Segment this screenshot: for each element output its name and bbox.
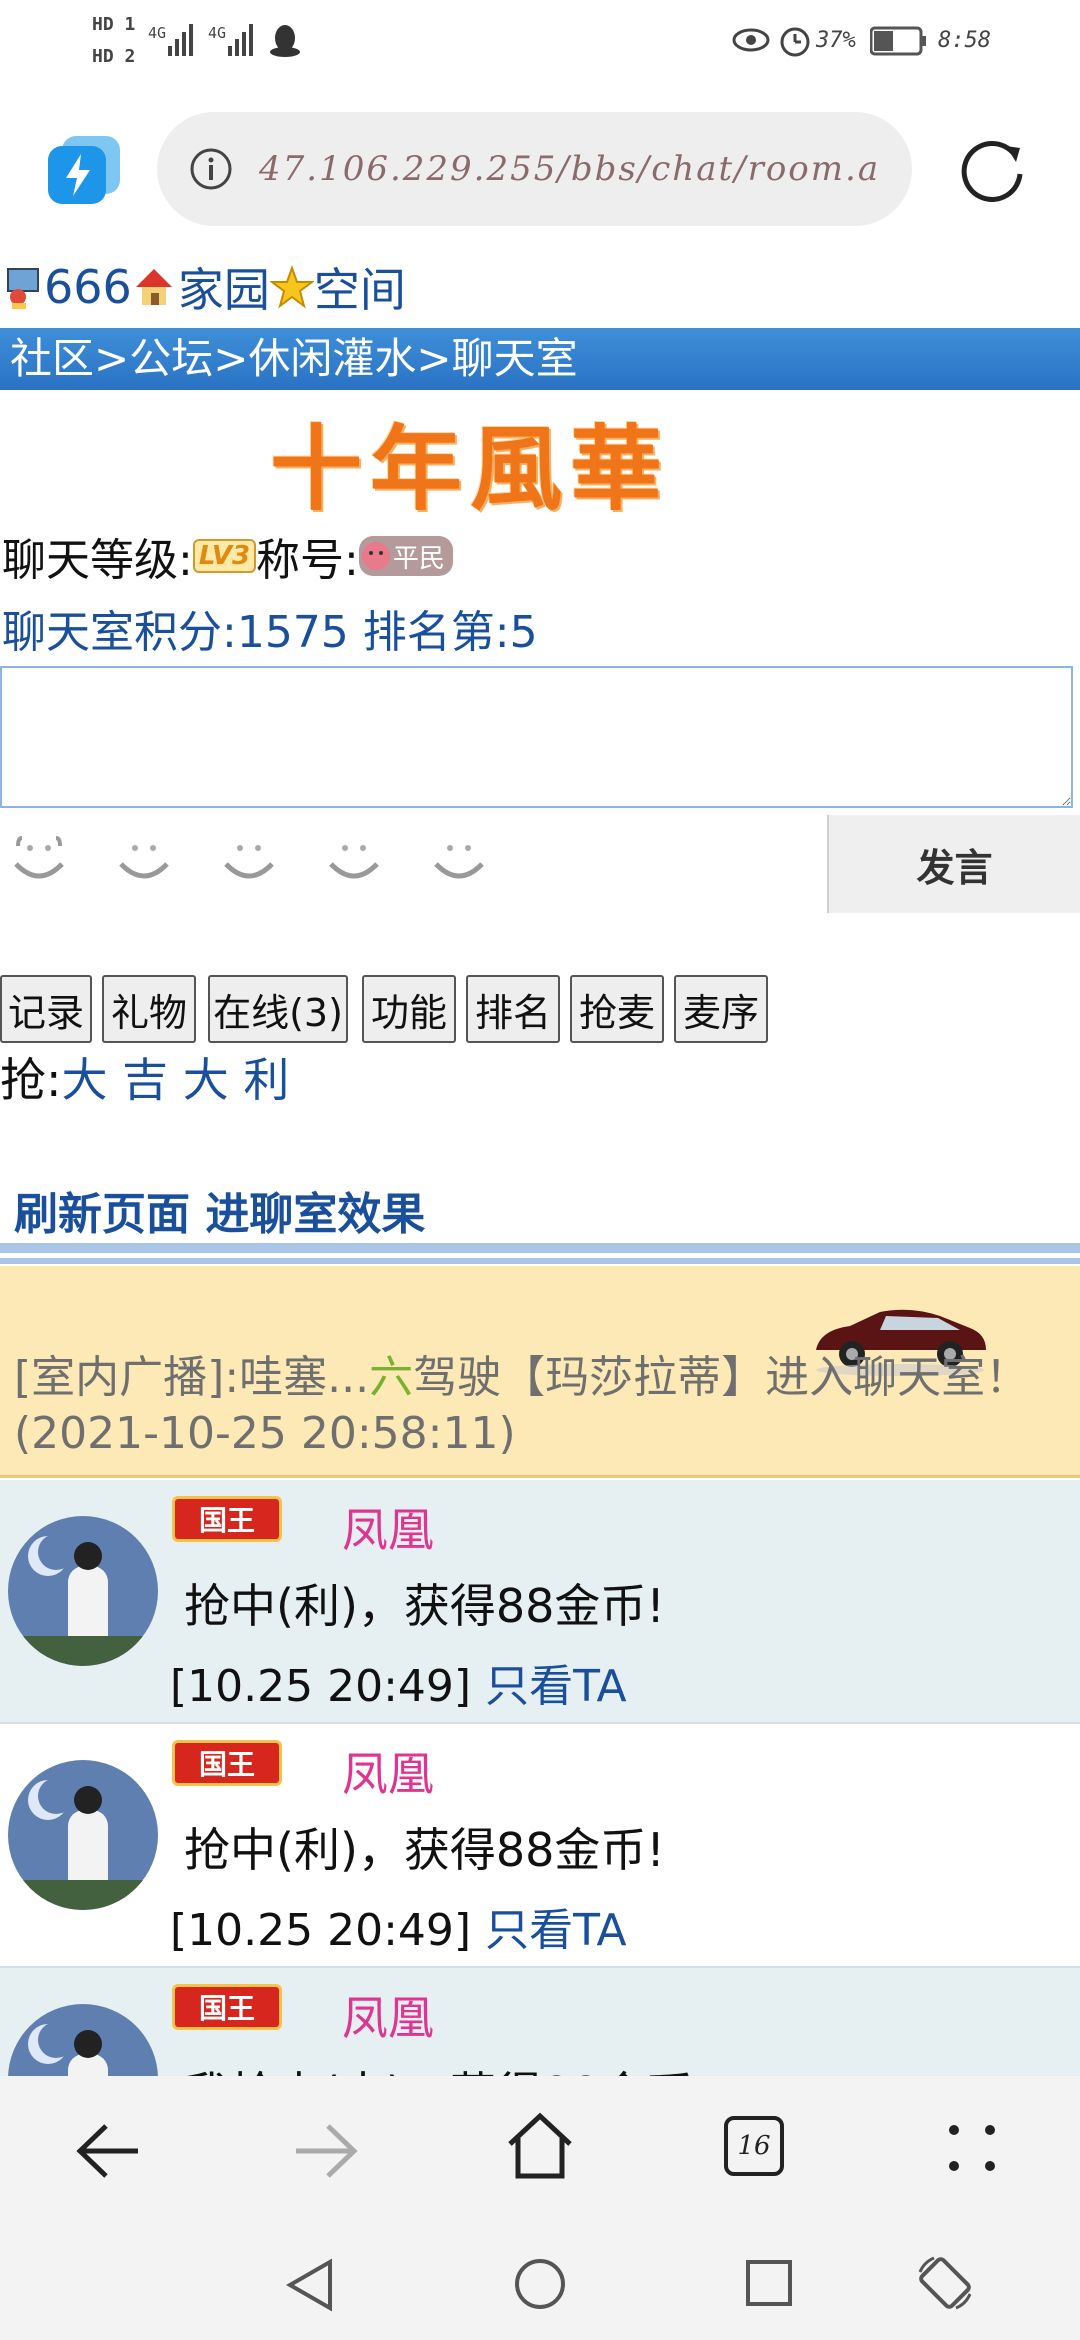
message-text: 我抢中(大)，获得88金币 bbox=[184, 2058, 692, 2076]
avatar[interactable] bbox=[8, 1516, 158, 1666]
gifts-button[interactable]: 礼物 bbox=[102, 975, 196, 1043]
ranking-button[interactable]: 排名 bbox=[466, 975, 560, 1043]
site-name[interactable]: 666 bbox=[44, 260, 132, 314]
home-icon[interactable] bbox=[504, 2110, 576, 2182]
grab-char[interactable]: 吉 bbox=[122, 1053, 168, 1107]
grab-char[interactable]: 利 bbox=[243, 1053, 289, 1107]
chatroom-logo: 十年風華 bbox=[270, 415, 671, 523]
only-view-link[interactable]: 只看TA bbox=[485, 1905, 627, 1956]
hd1-indicator: HD 1 bbox=[92, 14, 136, 35]
rotate-screen-icon[interactable] bbox=[912, 2250, 978, 2316]
mic-queue-button[interactable]: 麦序 bbox=[674, 975, 768, 1043]
hd2-indicator: HD 2 bbox=[92, 46, 136, 67]
smiley-icon[interactable] bbox=[115, 830, 173, 888]
timestamp: [10.25 20:49] bbox=[170, 1661, 472, 1712]
level-badge: LV3 bbox=[192, 539, 257, 573]
timestamp: [10.25 20:49] bbox=[170, 1905, 472, 1956]
online-button[interactable]: 在线(3) bbox=[208, 975, 348, 1043]
back-arrow-icon[interactable] bbox=[72, 2118, 144, 2184]
avatar[interactable] bbox=[8, 1760, 158, 1910]
rank-badge: 国王 bbox=[172, 1984, 282, 2030]
reload-icon[interactable] bbox=[958, 134, 1030, 206]
username[interactable]: 凤凰 bbox=[342, 1738, 434, 1804]
smiley-icon[interactable] bbox=[10, 830, 68, 888]
chat-message: 国王 凤凰 抢中(利)，获得88金币! [10.25 20:49] 只看TA bbox=[0, 1480, 1080, 1724]
space-link[interactable]: 空间 bbox=[314, 254, 406, 320]
level-label: 聊天等级: bbox=[2, 535, 193, 586]
refresh-links: 刷新页面 进聊室效果 bbox=[14, 1178, 425, 1242]
system-back-icon[interactable] bbox=[284, 2256, 338, 2314]
title-badge: 平民 bbox=[358, 536, 453, 576]
pig-icon bbox=[361, 542, 390, 570]
signal1-type: 4G bbox=[148, 24, 167, 42]
title-label: 称号: bbox=[256, 535, 359, 586]
grab-mic-button[interactable]: 抢麦 bbox=[570, 975, 664, 1043]
divider bbox=[0, 1258, 1080, 1264]
message-meta: [10.25 20:49] 只看TA bbox=[170, 1894, 627, 1958]
qq-penguin-icon bbox=[270, 25, 300, 57]
divider bbox=[0, 1243, 1080, 1253]
message-meta: [10.25 20:49] 只看TA bbox=[170, 1650, 627, 1714]
functions-button[interactable]: 功能 bbox=[362, 975, 456, 1043]
signal1-icon bbox=[168, 24, 193, 56]
url-text[interactable]: 47.106.229.255/bbs/chat/room.aspx bbox=[259, 149, 879, 189]
level-row: 聊天等级: LV3 称号: 平民 bbox=[2, 526, 453, 586]
username[interactable]: 凤凰 bbox=[342, 1982, 434, 2048]
address-bar[interactable]: 47.106.229.255/bbs/chat/room.aspx bbox=[157, 112, 912, 226]
avatar[interactable] bbox=[8, 2004, 158, 2076]
only-view-link[interactable]: 只看TA bbox=[485, 1661, 627, 1712]
rank-badge: 国王 bbox=[172, 1740, 282, 1786]
forward-arrow-icon[interactable] bbox=[290, 2118, 362, 2184]
star-icon bbox=[269, 265, 314, 309]
battery-percent: 37% bbox=[816, 28, 856, 53]
smiley-icon[interactable] bbox=[325, 830, 383, 888]
grab-prefix: 抢: bbox=[0, 1053, 62, 1107]
chat-message: 国王 凤凰 我抢中(大)，获得88金币 bbox=[0, 1968, 1080, 2076]
send-button[interactable]: 发言 bbox=[827, 815, 1080, 913]
smiley-icon[interactable] bbox=[430, 830, 488, 888]
menu-dots-icon[interactable] bbox=[946, 2120, 1002, 2176]
smiley-icon[interactable] bbox=[220, 830, 278, 888]
home-link[interactable]: 家园 bbox=[178, 254, 270, 320]
broadcast-text: [室内广播]:哇塞...六驾驶【玛莎拉蒂】进入聊天室！ (2021-10-25 … bbox=[14, 1352, 1030, 1459]
records-button[interactable]: 记录 bbox=[0, 975, 92, 1043]
message-input[interactable] bbox=[0, 666, 1073, 808]
message-text: 抢中(利)，获得88金币! bbox=[184, 1579, 665, 1633]
battery-icon bbox=[870, 26, 926, 56]
browser-bottom-nav: 16 bbox=[0, 2076, 1080, 2226]
signal2-type: 4G bbox=[208, 24, 227, 42]
status-bar: HD 1 HD 2 4G 4G 37% 8:58 bbox=[0, 0, 1080, 84]
house-icon bbox=[135, 269, 172, 305]
grab-char[interactable]: 大 bbox=[183, 1053, 229, 1107]
tabs-button[interactable]: 16 bbox=[724, 2116, 784, 2176]
chat-message: 国王 凤凰 抢中(利)，获得88金币! [10.25 20:49] 只看TA bbox=[0, 1724, 1080, 1968]
system-recents-icon[interactable] bbox=[744, 2258, 794, 2308]
grab-char[interactable]: 大 bbox=[62, 1053, 108, 1107]
message-text: 抢中(利)，获得88金币! bbox=[184, 1823, 665, 1877]
score-line: 聊天室积分:1575 排名第:5 bbox=[2, 607, 538, 658]
username[interactable]: 凤凰 bbox=[342, 1494, 434, 1560]
system-nav-bar bbox=[0, 2226, 1080, 2340]
refresh-link[interactable]: 刷新页面 bbox=[14, 1189, 190, 1240]
emoji-row bbox=[10, 830, 488, 888]
eye-comfort-icon bbox=[732, 28, 770, 52]
site-info-icon[interactable] bbox=[189, 147, 233, 191]
signal2-icon bbox=[228, 24, 253, 56]
browser-logo-icon[interactable] bbox=[48, 136, 120, 204]
computer-user-icon bbox=[7, 268, 39, 309]
site-header: 666 家园 空间 bbox=[4, 258, 406, 317]
alarm-icon bbox=[780, 27, 810, 57]
clock: 8:58 bbox=[938, 28, 991, 53]
system-home-icon[interactable] bbox=[512, 2256, 568, 2312]
grab-row: 抢:大 吉 大 利 bbox=[0, 1050, 289, 1110]
breadcrumb[interactable]: 社区>公坛>休闲灌水>聊天室 bbox=[0, 328, 1080, 390]
enter-effect-link[interactable]: 进聊室效果 bbox=[205, 1189, 425, 1240]
rank-badge: 国王 bbox=[172, 1496, 282, 1542]
